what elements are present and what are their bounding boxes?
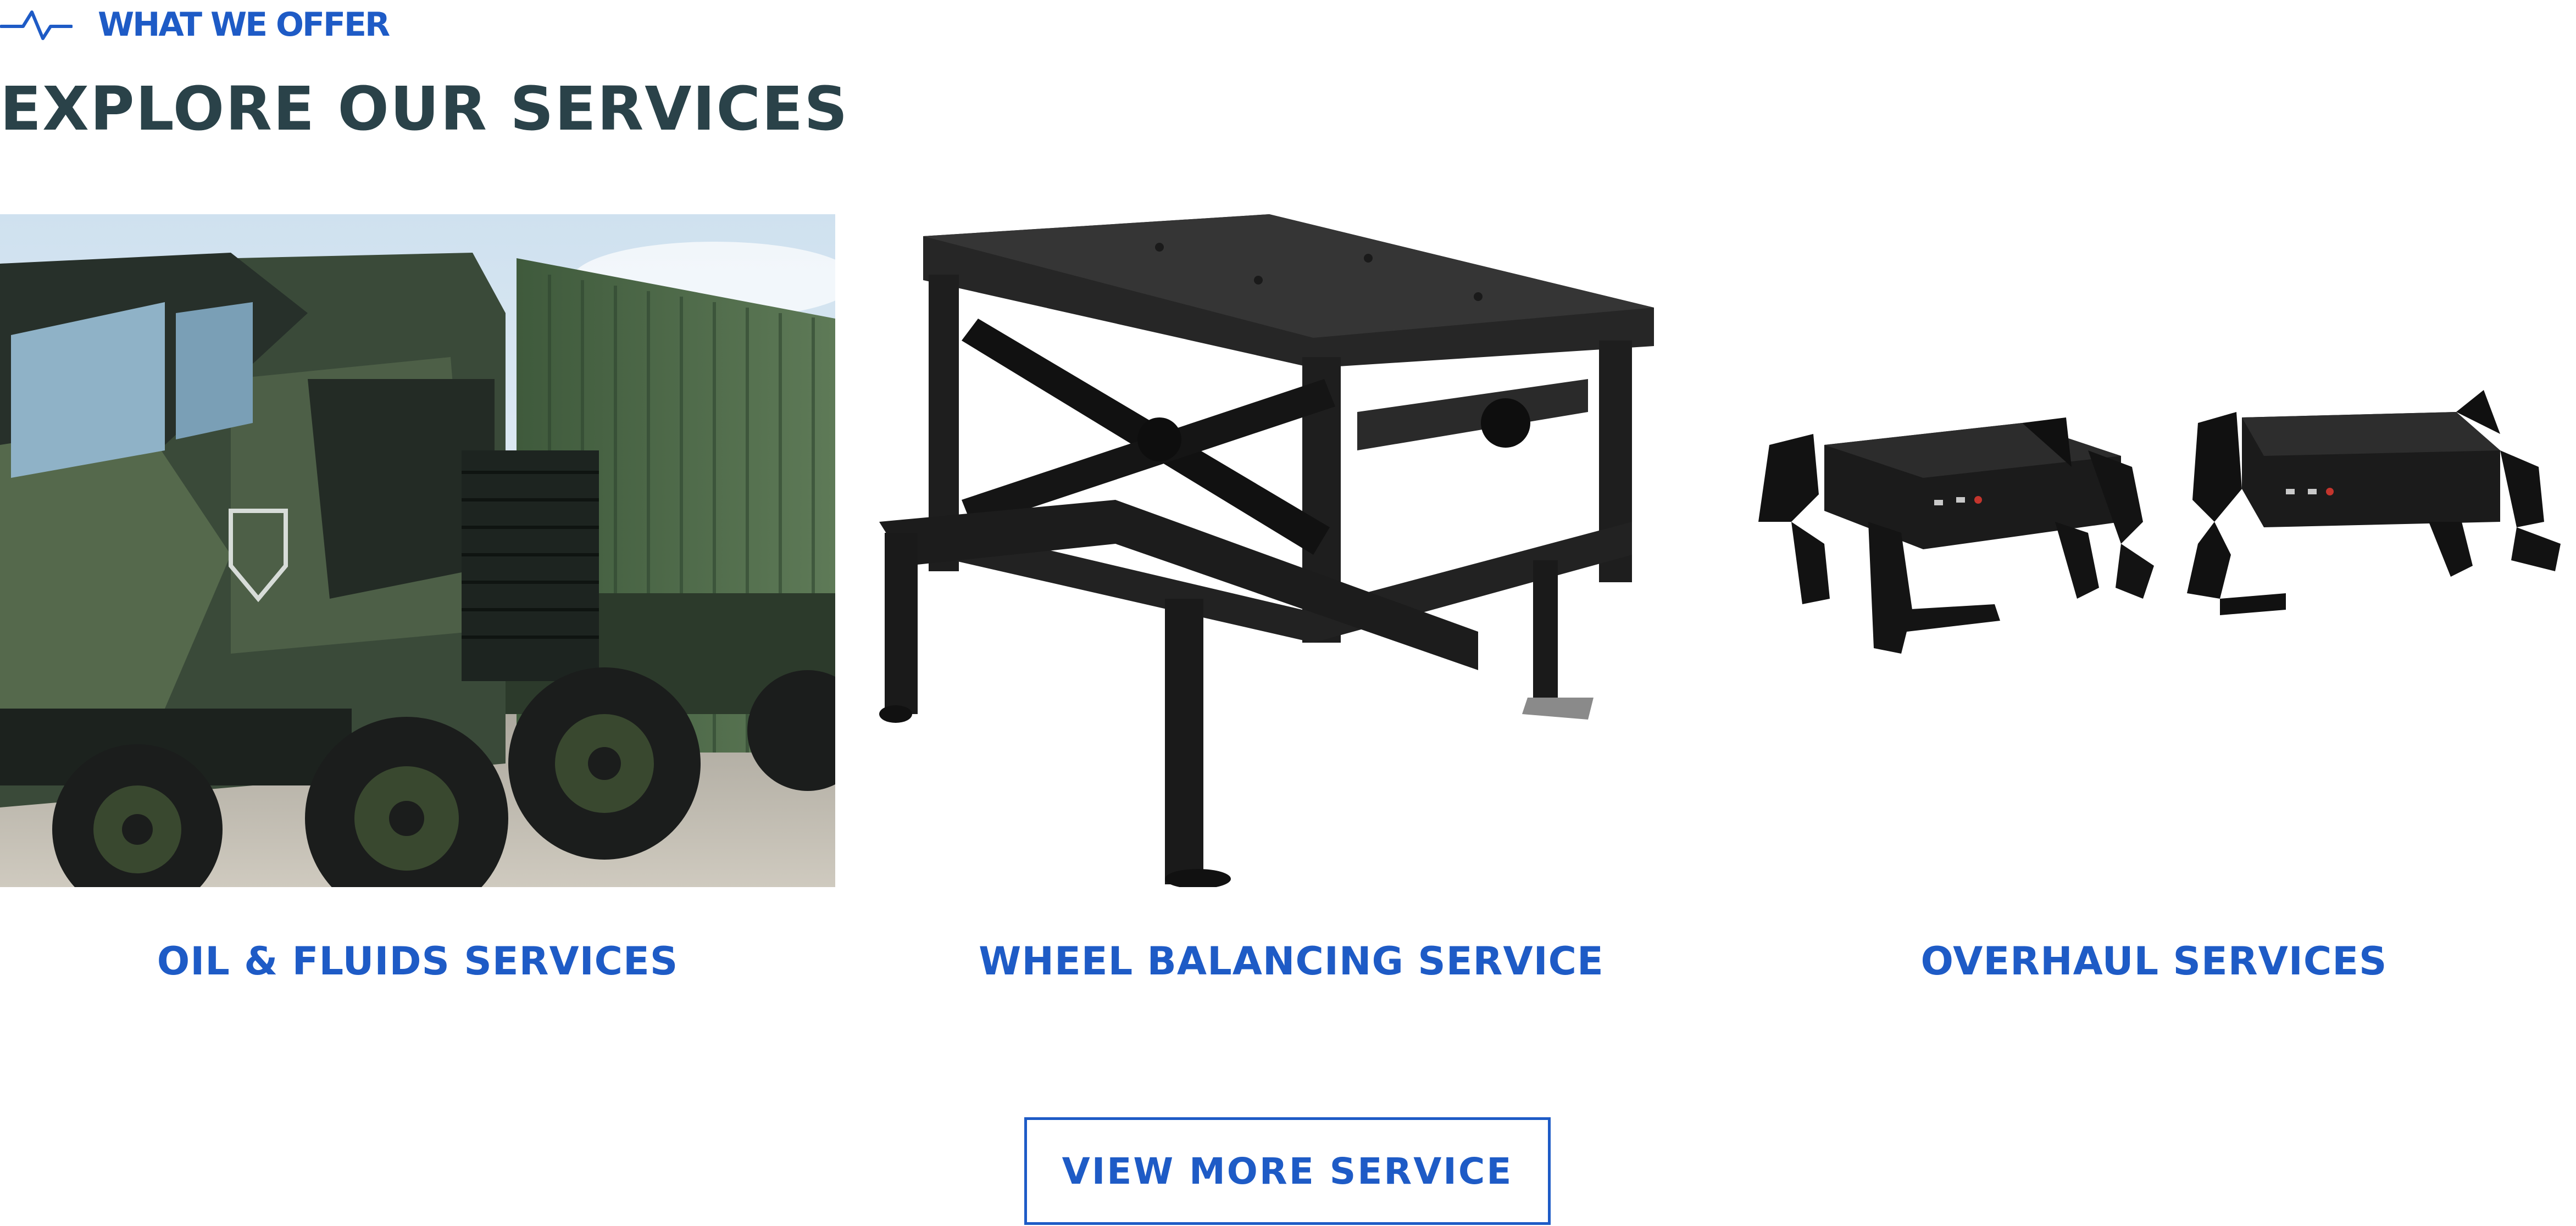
section-eyebrow: WHAT WE OFFER: [0, 0, 390, 49]
service-card-wheel-balancing[interactable]: WHEEL BALANCING SERVICE: [874, 214, 1709, 989]
military-truck-image[interactable]: [0, 214, 835, 887]
service-title-overhaul[interactable]: OVERHAUL SERVICES: [1736, 934, 2572, 989]
view-more-service-button[interactable]: VIEW MORE SERVICE: [1024, 1117, 1551, 1225]
service-title-oil-fluids[interactable]: OIL & FLUIDS SERVICES: [0, 934, 835, 989]
eyebrow-label: WHAT WE OFFER: [98, 5, 390, 44]
service-card-oil-fluids[interactable]: OIL & FLUIDS SERVICES: [0, 214, 835, 989]
page-title: EXPLORE OUR SERVICES: [0, 74, 849, 144]
quadruped-robots-image[interactable]: [1736, 214, 2572, 887]
service-card-overhaul[interactable]: OVERHAUL SERVICES: [1736, 214, 2572, 989]
service-title-wheel-balancing[interactable]: WHEEL BALANCING SERVICE: [874, 934, 1709, 989]
pulse-line-icon: [0, 0, 73, 49]
scissor-lift-table-image[interactable]: [874, 214, 1709, 887]
